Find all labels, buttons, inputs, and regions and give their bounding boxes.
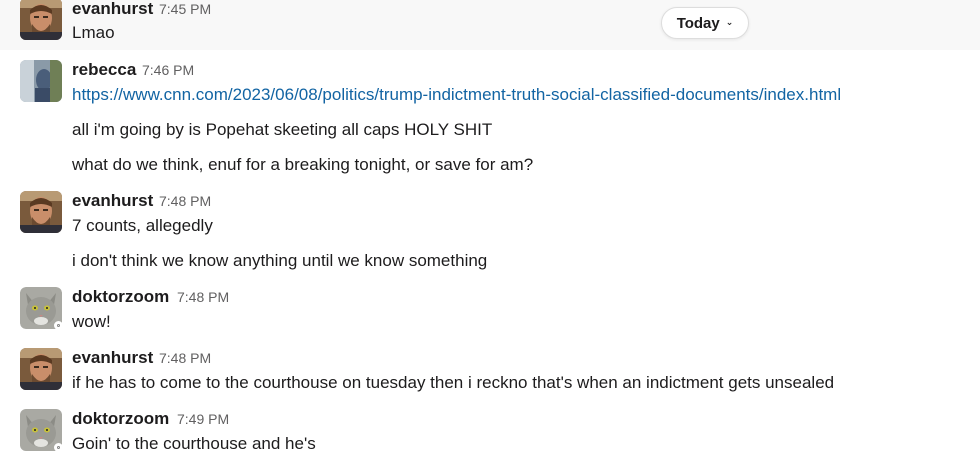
evanhurst-avatar-image — [20, 191, 62, 233]
timestamp[interactable]: 7:48 PM — [159, 348, 211, 368]
message[interactable]: evanhurst 7:48 PM if he has to come to t… — [0, 342, 980, 403]
timestamp[interactable]: 7:48 PM — [159, 191, 211, 211]
rebecca-avatar-image — [20, 60, 62, 102]
message-text: 7 counts, allegedly — [72, 216, 213, 235]
avatar[interactable] — [20, 409, 63, 452]
date-divider-button[interactable]: Today ⌄ — [661, 7, 749, 39]
author-name[interactable]: doktorzoom — [72, 287, 169, 307]
avatar[interactable] — [20, 60, 62, 102]
author-name[interactable]: evanhurst — [72, 191, 153, 211]
chevron-down-icon: ⌄ — [725, 16, 734, 27]
message[interactable]: doktorzoom 7:48 PM wow! — [0, 280, 980, 342]
message-text: Goin' to the courthouse and he's — [72, 434, 316, 453]
message-text: i don't think we know anything until we … — [72, 251, 488, 270]
message-text: wow! — [72, 312, 111, 331]
message[interactable]: evanhurst 7:48 PM 7 counts, allegedly i … — [0, 185, 980, 280]
evanhurst-avatar-image — [20, 0, 62, 40]
author-name[interactable]: evanhurst — [72, 0, 153, 19]
date-divider-label: Today — [676, 14, 720, 32]
author-name[interactable]: doktorzoom — [72, 409, 169, 429]
status-icon — [54, 321, 63, 330]
message-text: what do we think, enuf for a breaking to… — [72, 155, 534, 174]
message[interactable]: rebecca 7:46 PM https://www.cnn.com/2023… — [0, 50, 980, 185]
timestamp[interactable]: 7:49 PM — [177, 409, 229, 429]
message-text: if he has to come to the courthouse on t… — [72, 373, 835, 392]
message-text: Lmao — [72, 23, 115, 42]
message-link[interactable]: https://www.cnn.com/2023/06/08/politics/… — [72, 84, 841, 106]
avatar[interactable] — [20, 191, 62, 233]
status-icon — [54, 443, 63, 452]
evanhurst-avatar-image — [20, 348, 62, 390]
timestamp[interactable]: 7:45 PM — [159, 0, 211, 19]
timestamp[interactable]: 7:48 PM — [177, 287, 229, 307]
message-text: all i'm going by is Popehat skeeting all… — [72, 120, 493, 139]
avatar[interactable] — [20, 287, 63, 330]
message[interactable]: doktorzoom 7:49 PM Goin' to the courthou… — [0, 403, 980, 469]
avatar[interactable] — [20, 0, 62, 40]
timestamp[interactable]: 7:46 PM — [142, 60, 194, 80]
author-name[interactable]: rebecca — [72, 60, 136, 80]
message[interactable]: evanhurst 7:45 PM Lmao — [0, 0, 980, 50]
author-name[interactable]: evanhurst — [72, 348, 153, 368]
avatar[interactable] — [20, 348, 62, 390]
